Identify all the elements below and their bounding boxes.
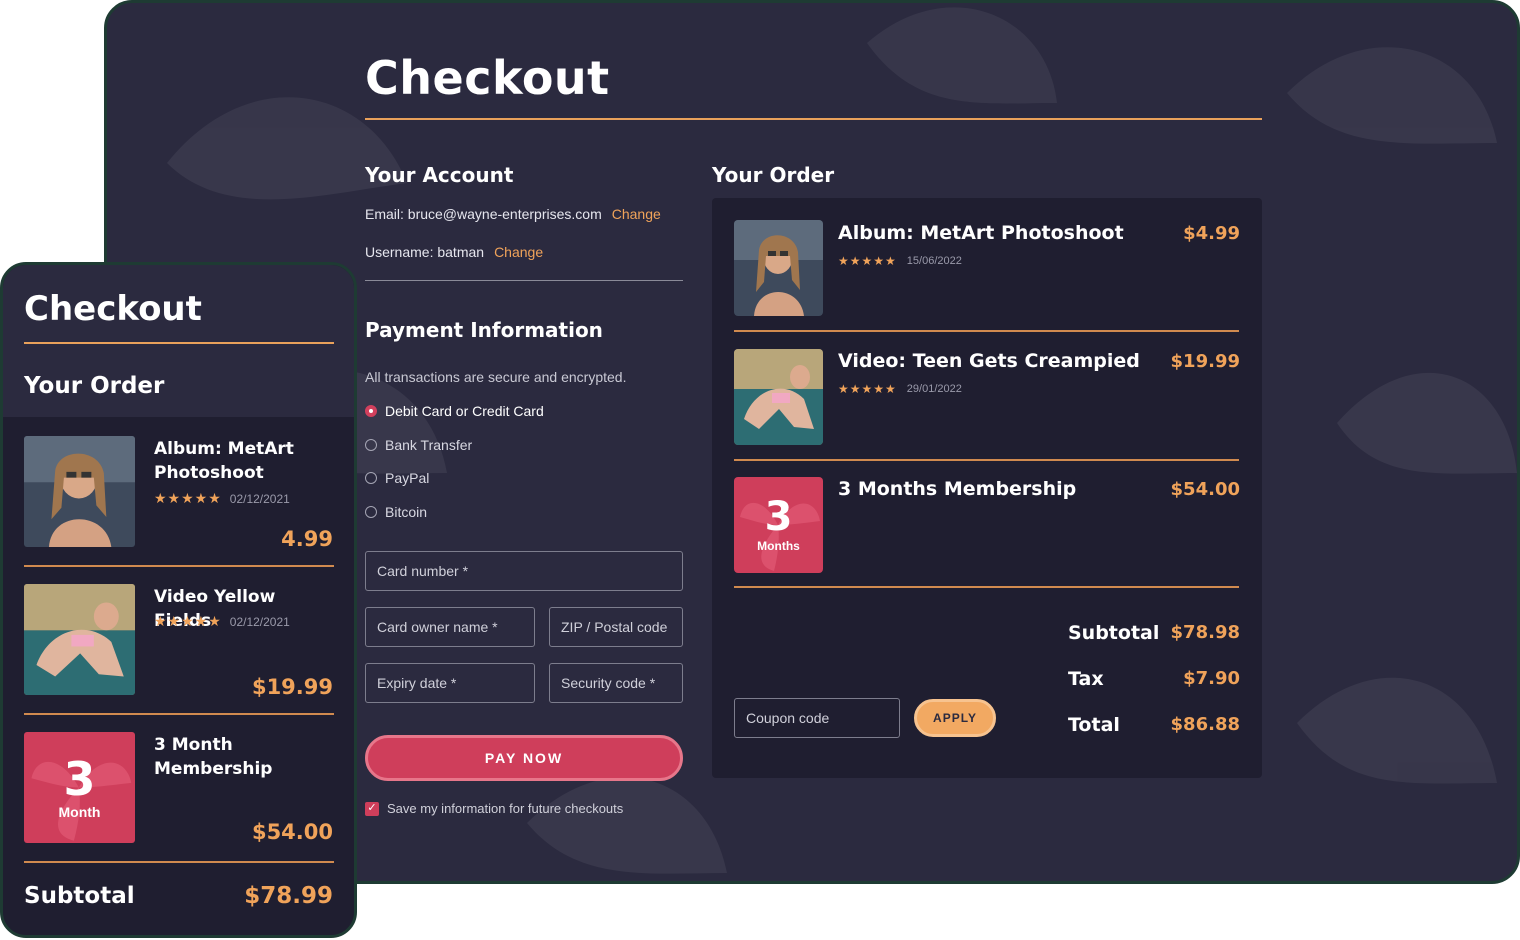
tax-value: $7.90 [1183, 668, 1240, 689]
radio-empty-icon [365, 439, 377, 451]
page-title: Checkout [365, 51, 610, 105]
payment-option-label: PayPal [385, 470, 430, 486]
change-username-link[interactable]: Change [494, 244, 543, 260]
email-text: Email: bruce@wayne-enterprises.com [365, 206, 602, 222]
album-thumbnail[interactable] [24, 436, 135, 547]
order-item-meta: ★★★★★ 29/01/2022 [838, 382, 962, 396]
membership-unit: Month [58, 803, 101, 820]
mobile-order-item-price: $19.99 [251, 675, 333, 699]
rating-stars: ★★★★★ [154, 613, 222, 629]
mobile-order-item-date: 02/12/2021 [229, 491, 290, 506]
order-item-date: 15/06/2022 [906, 255, 962, 267]
subtotal-label: Subtotal [1068, 622, 1160, 644]
checkmark-icon: ✓ [365, 801, 379, 816]
title-divider [365, 118, 1262, 120]
security-code-input[interactable] [549, 663, 683, 703]
payment-option-paypal[interactable]: PayPal [365, 470, 429, 486]
secure-note: All transactions are secure and encrypte… [365, 369, 627, 385]
total-label: Total [1068, 714, 1120, 736]
expiry-input[interactable] [365, 663, 535, 703]
mobile-subtotal-value: $78.99 [244, 883, 333, 909]
payment-option-label: Debit Card or Credit Card [385, 403, 544, 419]
save-info-label: Save my information for future checkouts [387, 801, 624, 816]
order-item-name: Album: MetArt Photoshoot [838, 222, 1124, 244]
order-divider [734, 586, 1239, 588]
order-item-name: Video: Teen Gets Creampied [838, 350, 1140, 372]
payment-option-label: Bank Transfer [385, 437, 473, 453]
membership-unit: Months [757, 539, 800, 553]
email-row: Email: bruce@wayne-enterprises.com Change [365, 206, 661, 222]
membership-tile[interactable]: 3 Month [24, 732, 135, 843]
mobile-order-divider [24, 713, 334, 715]
order-item-meta: ★★★★★ 15/06/2022 [838, 254, 962, 268]
mobile-checkout-window: Checkout Your Order Album: MetArt Photos… [0, 262, 357, 938]
zip-input[interactable] [549, 607, 683, 647]
tax-label: Tax [1068, 668, 1104, 690]
mobile-order-item-name: Album: MetArt Photoshoot [154, 439, 294, 483]
payment-option-bitcoin[interactable]: Bitcoin [365, 504, 427, 520]
rating-stars: ★★★★★ [838, 382, 897, 396]
account-divider [365, 280, 683, 281]
rating-stars: ★★★★★ [838, 254, 897, 268]
username-row: Username: batman Change [365, 244, 543, 260]
order-item-date: 29/01/2022 [906, 383, 962, 395]
mobile-order-item-price: 4.99 [281, 527, 333, 551]
username-text: Username: batman [365, 244, 485, 260]
order-item-name: 3 Months Membership [838, 478, 1077, 500]
coupon-input[interactable] [734, 698, 900, 738]
mobile-order-divider [24, 861, 334, 863]
mobile-subtotal-label: Subtotal [24, 883, 135, 909]
mobile-order-heading: Your Order [24, 373, 165, 399]
change-email-link[interactable]: Change [612, 206, 661, 222]
mobile-title-divider [24, 342, 334, 344]
radio-selected-icon [365, 405, 377, 417]
mobile-order-divider [24, 565, 334, 567]
mobile-order-item-name: 3 Month Membership [154, 735, 273, 779]
order-summary-panel: Album: MetArt Photoshoot ★★★★★ 15/06/202… [712, 198, 1262, 778]
membership-number: 3 [764, 494, 793, 540]
mobile-order-item-price: $54.00 [251, 820, 333, 844]
order-divider [734, 459, 1239, 461]
card-number-input[interactable] [365, 551, 683, 591]
video-thumbnail[interactable] [24, 584, 135, 695]
pay-now-button[interactable]: PAY NOW [365, 735, 683, 781]
mobile-order-item-meta: ★★★★★ 02/12/2021 [154, 490, 290, 507]
album-thumbnail[interactable] [734, 220, 823, 316]
order-item-price: $54.00 [1170, 479, 1240, 500]
video-thumbnail[interactable] [734, 349, 823, 445]
order-item-price: $4.99 [1183, 223, 1240, 244]
payment-option-card[interactable]: Debit Card or Credit Card [365, 403, 544, 419]
mobile-order-item-meta: ★★★★★ 02/12/2021 [154, 613, 290, 630]
subtotal-value: $78.98 [1170, 622, 1240, 643]
account-heading: Your Account [365, 163, 514, 187]
radio-empty-icon [365, 506, 377, 518]
rating-stars: ★★★★★ [154, 490, 222, 506]
membership-tile[interactable]: 3 Months [734, 477, 823, 573]
mobile-order-item-date: 02/12/2021 [229, 614, 290, 629]
save-info-checkbox[interactable]: ✓ Save my information for future checkou… [365, 801, 623, 816]
card-owner-input[interactable] [365, 607, 535, 647]
order-item-price: $19.99 [1170, 351, 1240, 372]
order-heading: Your Order [712, 163, 835, 187]
membership-number: 3 [63, 751, 96, 806]
apply-coupon-button[interactable]: APPLY [914, 699, 996, 737]
mobile-page-title: Checkout [24, 289, 202, 329]
radio-empty-icon [365, 472, 377, 484]
payment-option-bank-transfer[interactable]: Bank Transfer [365, 437, 472, 453]
payment-heading: Payment Information [365, 318, 603, 342]
total-value: $86.88 [1170, 714, 1240, 735]
payment-option-label: Bitcoin [385, 504, 428, 520]
order-divider [734, 330, 1239, 332]
